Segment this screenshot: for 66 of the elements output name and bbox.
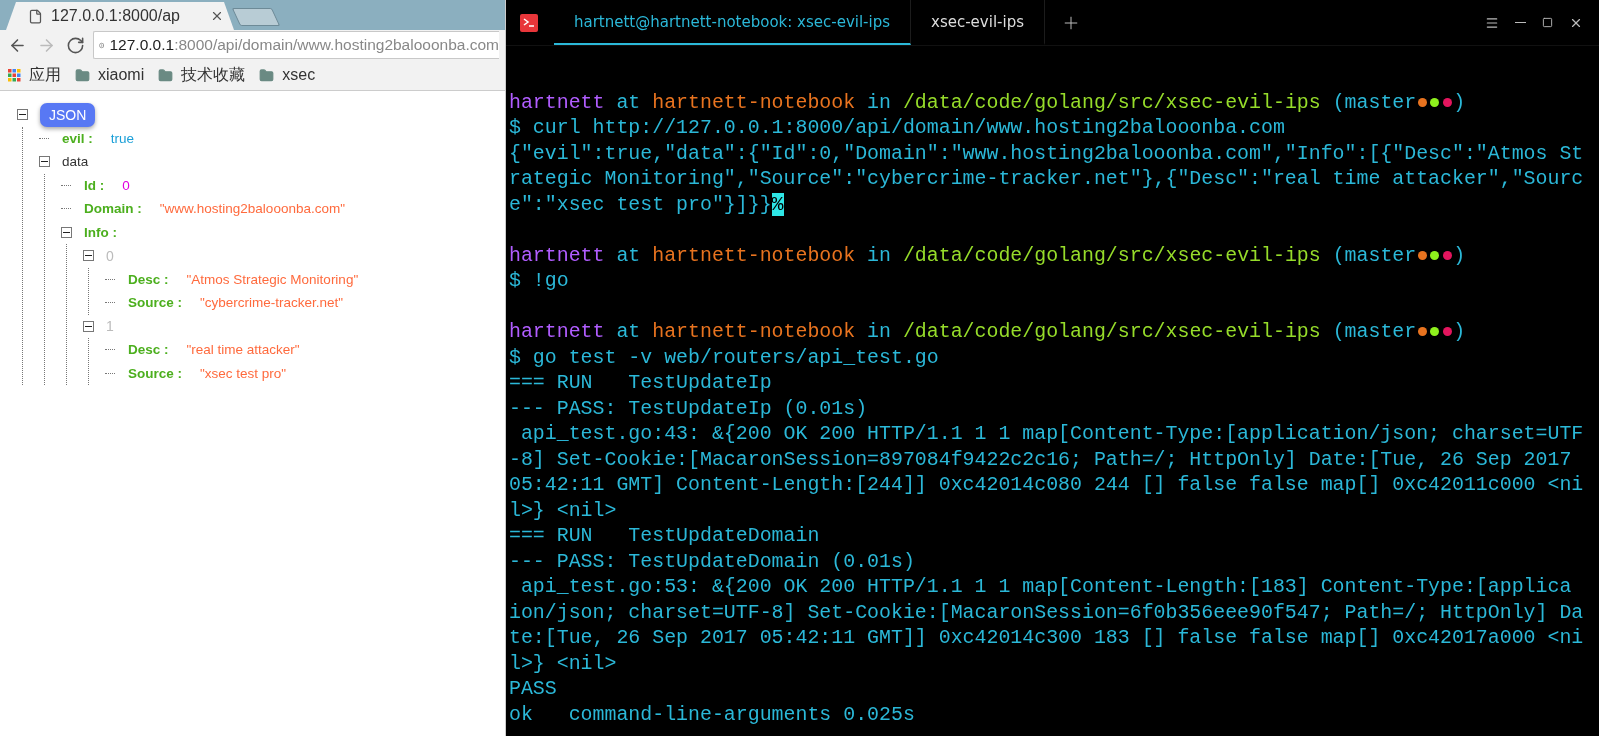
json-value: "real time attacker" — [186, 342, 300, 358]
bookmark[interactable]: 技术收藏 — [158, 64, 246, 86]
terminal-line: hartnett at hartnett-notebook in /data/code/golang/src/xsec-evil-ips (master ) — [509, 319, 1467, 345]
terminal-line: api_test.go:43: &{200 OK 200 HTTP/1.1 1 1 map[Content-Type:[application/json; charset=UTF — [519, 421, 1585, 447]
json-key: evil : — [62, 130, 93, 146]
maximize-icon — [1542, 17, 1553, 28]
terminal-line: l>} <nil> — [509, 497, 618, 523]
minimize-icon — [1515, 21, 1526, 24]
folder-icon — [75, 67, 90, 83]
terminal-tab[interactable]: xsec-evil-ips — [911, 0, 1045, 45]
terminal-line: === RUN TestUpdateDomain — [509, 523, 821, 549]
json-value: "xsec test pro" — [200, 365, 287, 381]
json-key: Desc : — [128, 342, 169, 358]
address-bar[interactable]: 127.0.0.1:8000/api/domain/www.hosting2balooonba.com — [93, 31, 499, 59]
terminal-line: ion/json; charset=UTF-8] Set-Cookie:[MacaronSession=6f0b356eee90f547; Path=/; HttpOnly] Da — [509, 599, 1585, 625]
json-key: Domain : — [84, 201, 142, 217]
folder-icon — [158, 67, 174, 83]
terminal-line: --- PASS: TestUpdateIp (0.01s) — [509, 395, 869, 421]
terminal-line: rategic Monitoring","Source":"cybercrime-tracker.net"},{"Desc":"real time attacker","Sourc — [509, 166, 1585, 192]
terminal-tab[interactable]: hartnett@hartnett-notebook: xsec-evil-ips — [554, 0, 912, 45]
folder-icon — [259, 67, 275, 83]
terminal-line: hartnett at hartnett-notebook in /data/code/golang/src/xsec-evil-ips (master ) — [509, 242, 1467, 268]
browser-tab[interactable]: 127.0.0.1:8000/ap — [6, 2, 234, 30]
terminal-line: $ !go — [509, 268, 570, 294]
json-value: "cybercrime-tracker.net" — [200, 295, 344, 311]
json-key: Desc : — [128, 271, 169, 287]
document-icon — [28, 8, 43, 24]
collapse-toggle[interactable] — [83, 320, 94, 332]
terminal-app-icon — [520, 13, 538, 32]
terminal-line: e":"xsec test pro"}]}}% — [509, 191, 785, 217]
json-key: Source : — [128, 295, 182, 311]
terminal-line: api_test.go:53: &{200 OK 200 HTTP/1.1 1 1 map[Content-Length:[183] Content-Type:[applica — [519, 574, 1573, 600]
json-key: data — [62, 154, 89, 170]
json-key: 0 — [106, 247, 114, 264]
terminal-line: === RUN TestUpdateIp — [509, 370, 773, 396]
terminal-line: -8] Set-Cookie:[MacaronSession=897084f9422c2c16; Path=/; HttpOnly] Date:[Tue, 26 Sep 2017 — [509, 446, 1573, 472]
json-value: 0 — [122, 177, 130, 193]
terminal-line: hartnett at hartnett-notebook in /data/code/golang/src/xsec-evil-ips (master ) — [509, 89, 1467, 115]
json-key: 1 — [106, 318, 114, 335]
json-value: "www.hosting2balooonba.com" — [159, 201, 345, 217]
terminal-line: $ go test -v web/routers/api_test.go — [509, 344, 940, 370]
json-root-label: JSON — [40, 102, 96, 127]
json-key: Id : — [84, 177, 105, 193]
json-key: Source : — [128, 365, 182, 381]
bookmark[interactable]: xsec — [259, 66, 316, 84]
terminal-line: l>} <nil> — [509, 650, 618, 676]
terminal-line: PASS — [509, 676, 558, 702]
terminal-line: te:[Tue, 26 Sep 2017 05:42:11 GMT]] 0xc42014c300 183 [] false false map[] 0xc42017a000 <ni — [509, 625, 1585, 651]
terminal-line: --- PASS: TestUpdateDomain (0.01s) — [509, 548, 916, 574]
json-key: Info : — [84, 224, 117, 240]
menu-icon — [1485, 15, 1499, 30]
bookmark[interactable]: 应用 — [8, 64, 61, 86]
collapse-toggle[interactable] — [83, 250, 94, 262]
bookmark[interactable]: xiaomi — [75, 66, 145, 84]
terminal-line: 05:42:11 GMT] Content-Length:[244]] 0xc42014c080 244 [] false false map[] 0xc42011c000 <ni — [509, 472, 1585, 498]
collapse-toggle[interactable] — [17, 109, 28, 121]
apps-grid-icon — [8, 68, 21, 82]
json-value: true — [110, 130, 135, 146]
reload-icon — [66, 35, 85, 55]
json-value: "Atmos Strategic Monitoring" — [186, 271, 359, 287]
collapse-toggle[interactable] — [39, 156, 50, 168]
collapse-toggle[interactable] — [61, 226, 72, 238]
terminal-line: $ curl http://127.0.0.1:8000/api/domain/www.hosting2balooonba.com — [509, 115, 1286, 141]
close-icon[interactable] — [210, 9, 224, 23]
terminal-line: ok command-line-arguments 0.025s — [509, 701, 916, 727]
terminal-line: {"evil":true,"data":{"Id":0,"Domain":"www.hosting2balooonba.com","Info":[{"Desc":"Atmos St — [509, 140, 1585, 166]
